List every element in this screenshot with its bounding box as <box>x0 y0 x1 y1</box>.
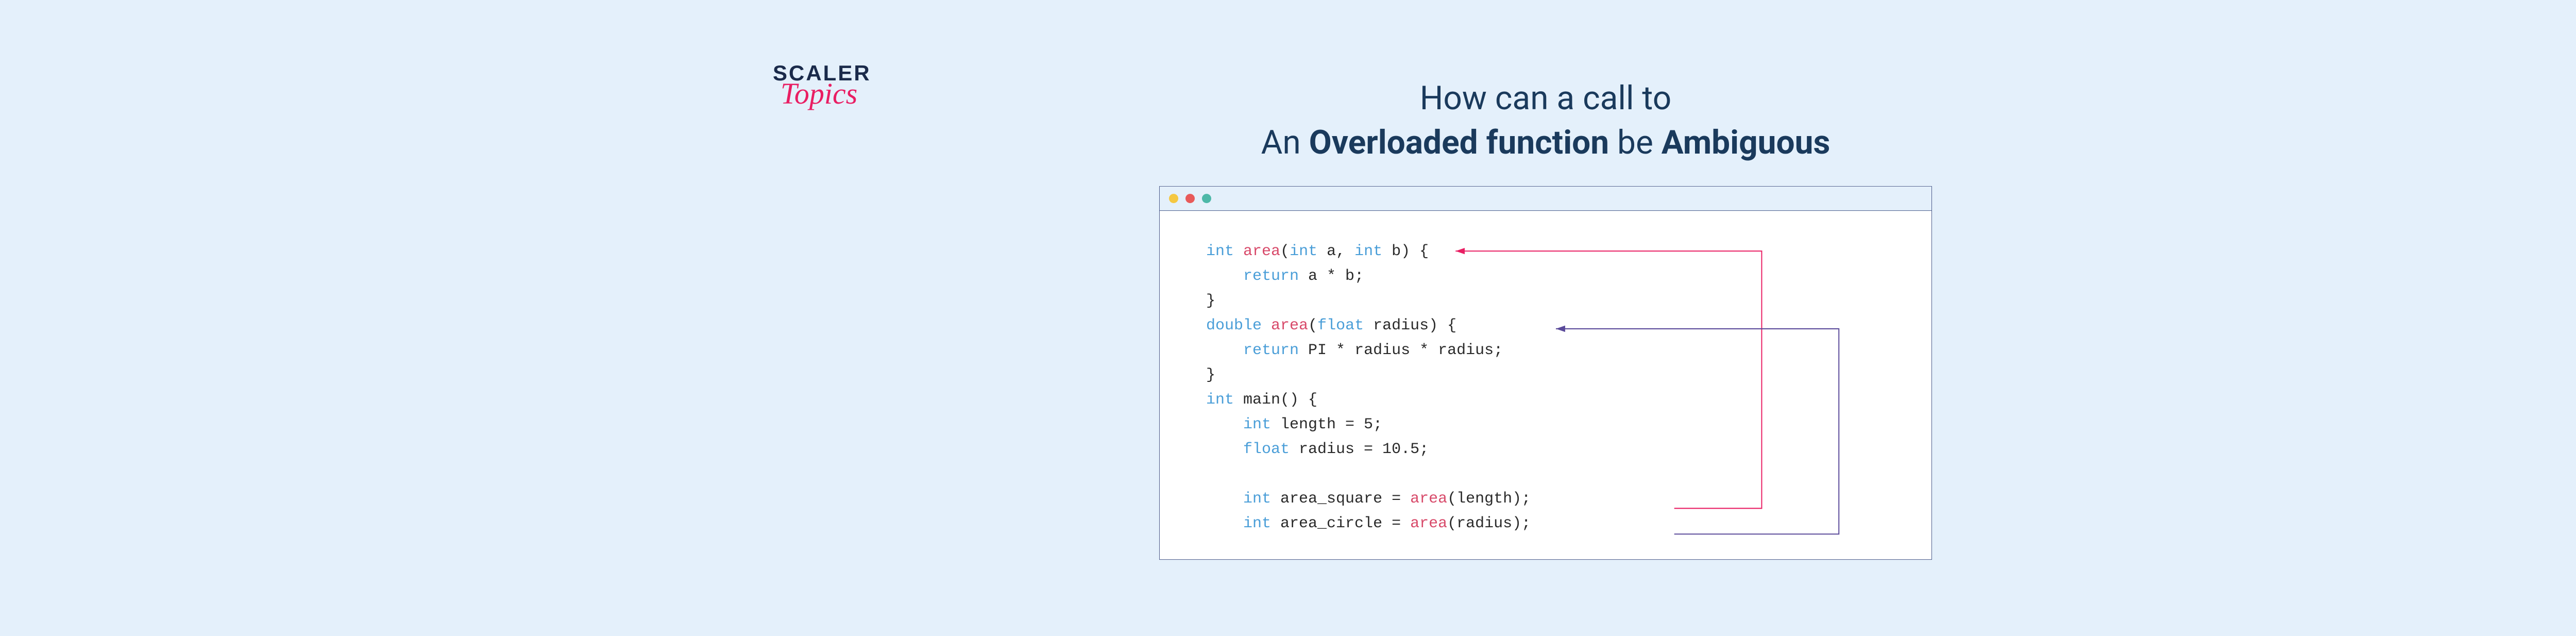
code-keyword-int: int <box>1243 416 1271 433</box>
code-call-area2: area <box>1410 515 1447 532</box>
code-keyword-int: int <box>1206 391 1234 409</box>
title-line2: An Overloaded function be Ambiguous <box>1261 121 1831 165</box>
title-bold1: Overloaded function <box>1309 124 1609 162</box>
code-area: int area(int a, int b) { return a * b; }… <box>1160 211 1931 559</box>
window-dot-yellow <box>1169 194 1178 203</box>
code-text: area_square = <box>1271 490 1410 508</box>
title-line1: How can a call to <box>1261 76 1831 121</box>
code-text: radius) { <box>1364 317 1456 334</box>
code-keyword-float: float <box>1243 441 1290 458</box>
code-text: (radius); <box>1447 515 1531 532</box>
code-text: main() { <box>1234 391 1317 409</box>
code-fn-area2: area <box>1271 317 1308 334</box>
window-dot-teal <box>1202 194 1211 203</box>
window-dot-red <box>1185 194 1195 203</box>
code-text: b) { <box>1382 243 1429 260</box>
title-line2-prefix: An <box>1261 124 1309 162</box>
arrow-pink <box>1455 251 1761 508</box>
code-keyword-int: int <box>1243 490 1271 508</box>
code-text: (length); <box>1447 490 1531 508</box>
code-text: a, <box>1317 243 1354 260</box>
code-keyword-float: float <box>1317 317 1364 334</box>
code-window: int area(int a, int b) { return a * b; }… <box>1159 186 1932 560</box>
code-keyword-int: int <box>1290 243 1317 260</box>
code-text: } <box>1206 366 1215 384</box>
logo: SCALER Topics <box>773 61 871 111</box>
code-keyword-int: int <box>1206 243 1234 260</box>
code-keyword-double: double <box>1206 317 1262 334</box>
window-header <box>1160 187 1931 211</box>
code-text: length = 5; <box>1271 416 1382 433</box>
code-fn-area1: area <box>1243 243 1280 260</box>
code-text: PI * radius * radius; <box>1299 342 1503 359</box>
code-keyword-return: return <box>1243 267 1299 285</box>
arrow-purple <box>1556 329 1839 534</box>
code-text: } <box>1206 292 1215 310</box>
main-container: SCALER Topics How can a call to An Overl… <box>1159 76 1932 560</box>
code-keyword-int: int <box>1243 515 1271 532</box>
code-call-area1: area <box>1410 490 1447 508</box>
code-keyword-int: int <box>1354 243 1382 260</box>
code-text: area_circle = <box>1271 515 1410 532</box>
code-text: radius = 10.5; <box>1290 441 1429 458</box>
title-line2-mid: be <box>1609 124 1662 162</box>
title-bold2: Ambiguous <box>1662 124 1831 162</box>
logo-secondary: Topics <box>781 76 857 111</box>
code-keyword-return: return <box>1243 342 1299 359</box>
page-title: How can a call to An Overloaded function… <box>1261 76 1831 165</box>
code-text: a * b; <box>1299 267 1364 285</box>
